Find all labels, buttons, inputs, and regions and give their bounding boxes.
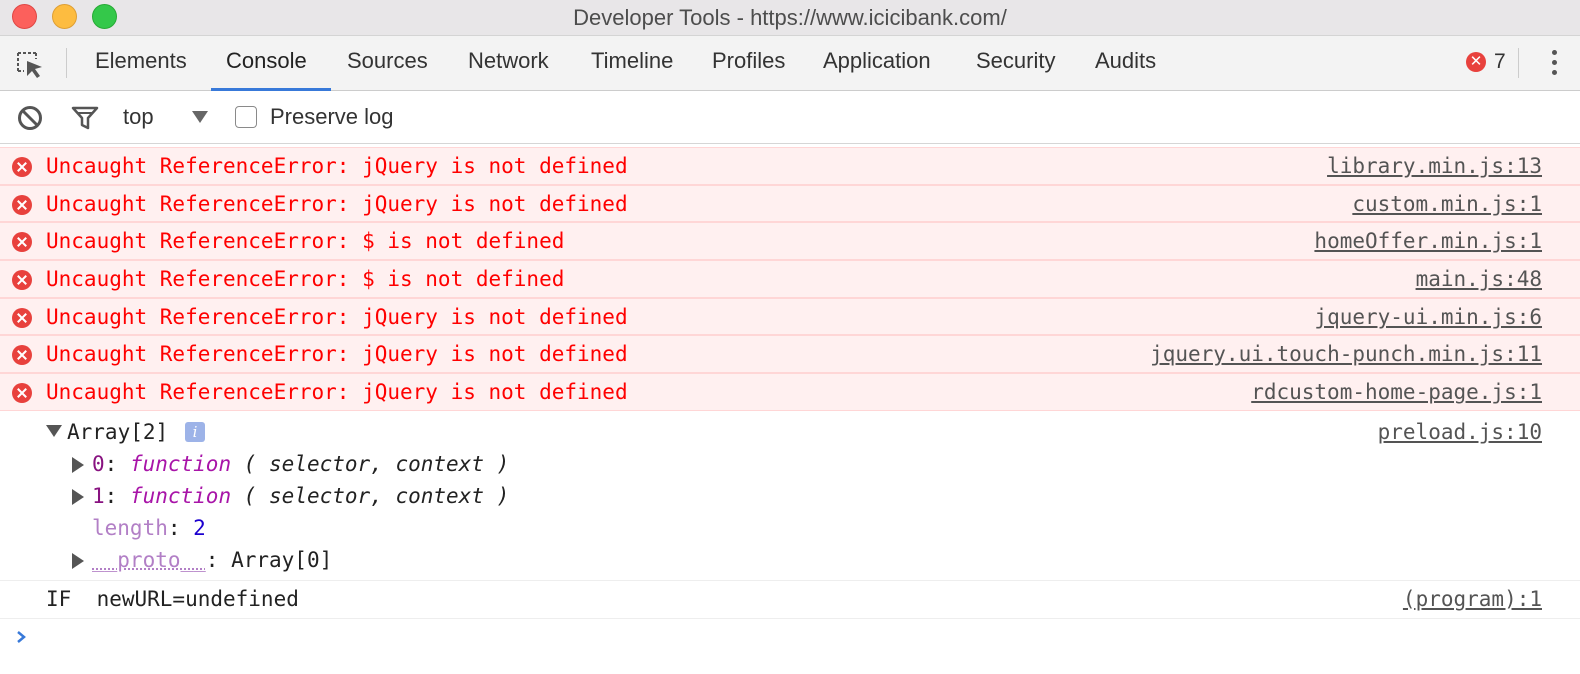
devtools-tab-bar: Elements Console Sources Network Timelin… [0, 36, 1580, 91]
error-message: Uncaught ReferenceError: jQuery is not d… [0, 147, 1580, 185]
error-text: Uncaught ReferenceError: $ is not define… [46, 267, 565, 292]
source-link[interactable]: jquery.ui.touch-punch.min.js:11 [1150, 342, 1542, 366]
error-icon [12, 345, 32, 366]
tab-separator [1518, 48, 1519, 78]
error-text: Uncaught ReferenceError: $ is not define… [46, 229, 565, 254]
filter-icon[interactable] [71, 105, 99, 131]
tab-elements[interactable]: Elements [95, 48, 187, 74]
chevron-right-icon [14, 630, 28, 644]
chevron-down-icon[interactable] [192, 111, 208, 123]
error-count-icon[interactable]: ✕ [1466, 52, 1486, 72]
expand-triangle-icon[interactable] [72, 552, 84, 569]
source-link[interactable]: preload.js:10 [1378, 420, 1542, 444]
item-colon: : [104, 483, 130, 508]
length-key: length [92, 515, 168, 540]
error-message: Uncaught ReferenceError: jQuery is not d… [0, 335, 1580, 374]
error-icon [12, 383, 32, 404]
inspect-element-icon[interactable] [14, 49, 46, 81]
tab-application[interactable]: Application [823, 48, 931, 74]
error-message: Uncaught ReferenceError: $ is not define… [0, 222, 1580, 261]
proto-property[interactable]: __proto__: Array[0] [92, 548, 332, 572]
error-text: Uncaught ReferenceError: jQuery is not d… [46, 304, 628, 329]
error-text: Uncaught ReferenceError: jQuery is not d… [46, 154, 628, 178]
preserve-log-label[interactable]: Preserve log [270, 104, 394, 130]
expand-triangle-icon[interactable] [72, 488, 84, 505]
error-text: Uncaught ReferenceError: jQuery is not d… [46, 191, 628, 216]
function-args: ( selector, context ) [231, 451, 510, 476]
tab-timeline[interactable]: Timeline [591, 48, 673, 74]
error-icon [12, 232, 32, 253]
source-link[interactable]: rdcustom-home-page.js:1 [1251, 380, 1542, 404]
item-key: 0 [92, 451, 105, 476]
console-prompt[interactable] [0, 619, 1580, 659]
function-keyword: function [129, 483, 232, 508]
window-title: Developer Tools - https://www.icicibank.… [573, 5, 1007, 30]
preserve-log-checkbox[interactable] [235, 106, 257, 128]
clear-console-icon[interactable] [17, 105, 43, 131]
array-item[interactable]: 1: function ( selector, context ) [92, 484, 509, 508]
length-value: 2 [193, 515, 206, 540]
array-label[interactable]: Array[2] [67, 420, 168, 444]
array-log-message: Array[2] i preload.js:10 0: function ( s… [0, 410, 1580, 581]
log-message: IF newURL=undefined (program):1 [0, 580, 1580, 619]
tab-console[interactable]: Console [226, 48, 307, 74]
item-key: 1 [92, 483, 105, 508]
source-link[interactable]: custom.min.js:1 [1352, 192, 1542, 216]
source-link[interactable]: (program):1 [1403, 587, 1542, 611]
expand-triangle-icon[interactable] [72, 456, 84, 473]
tab-separator [66, 48, 67, 78]
array-item[interactable]: 0: function ( selector, context ) [92, 452, 509, 476]
error-message: Uncaught ReferenceError: jQuery is not d… [0, 373, 1580, 411]
console-messages: Uncaught ReferenceError: jQuery is not d… [0, 147, 1580, 659]
source-link[interactable]: main.js:48 [1416, 267, 1542, 291]
tab-profiles[interactable]: Profiles [712, 48, 785, 74]
function-args: ( selector, context ) [231, 483, 510, 508]
error-message: Uncaught ReferenceError: $ is not define… [0, 260, 1580, 298]
more-options-icon[interactable] [1546, 50, 1562, 80]
proto-value: Array[0] [231, 547, 333, 572]
error-message: Uncaught ReferenceError: jQuery is not d… [0, 184, 1580, 223]
error-message: Uncaught ReferenceError: jQuery is not d… [0, 297, 1580, 336]
console-toolbar: top Preserve log [0, 91, 1580, 144]
error-icon [12, 157, 32, 177]
item-colon: : [104, 451, 130, 476]
length-property: length: 2 [92, 515, 206, 540]
error-text: Uncaught ReferenceError: jQuery is not d… [46, 342, 628, 367]
proto-key: __proto__ [92, 547, 206, 572]
source-link[interactable]: homeOffer.min.js:1 [1314, 229, 1542, 253]
source-link[interactable]: library.min.js:13 [1327, 154, 1542, 178]
function-keyword: function [129, 451, 232, 476]
error-icon [12, 194, 32, 215]
context-selector[interactable]: top [123, 104, 154, 130]
error-icon [12, 307, 32, 328]
error-text: Uncaught ReferenceError: jQuery is not d… [46, 380, 628, 405]
error-count[interactable]: 7 [1494, 50, 1506, 74]
error-icon [12, 270, 32, 291]
title-bar: Developer Tools - https://www.icicibank.… [0, 0, 1580, 36]
source-link[interactable]: jquery-ui.min.js:6 [1314, 305, 1542, 329]
tab-audits[interactable]: Audits [1095, 48, 1156, 74]
tab-security[interactable]: Security [976, 48, 1055, 74]
log-text: IF newURL=undefined [46, 586, 299, 611]
info-icon[interactable]: i [185, 421, 205, 442]
tab-sources[interactable]: Sources [347, 48, 428, 74]
tab-network[interactable]: Network [468, 48, 549, 74]
collapse-triangle-icon[interactable] [46, 424, 62, 437]
